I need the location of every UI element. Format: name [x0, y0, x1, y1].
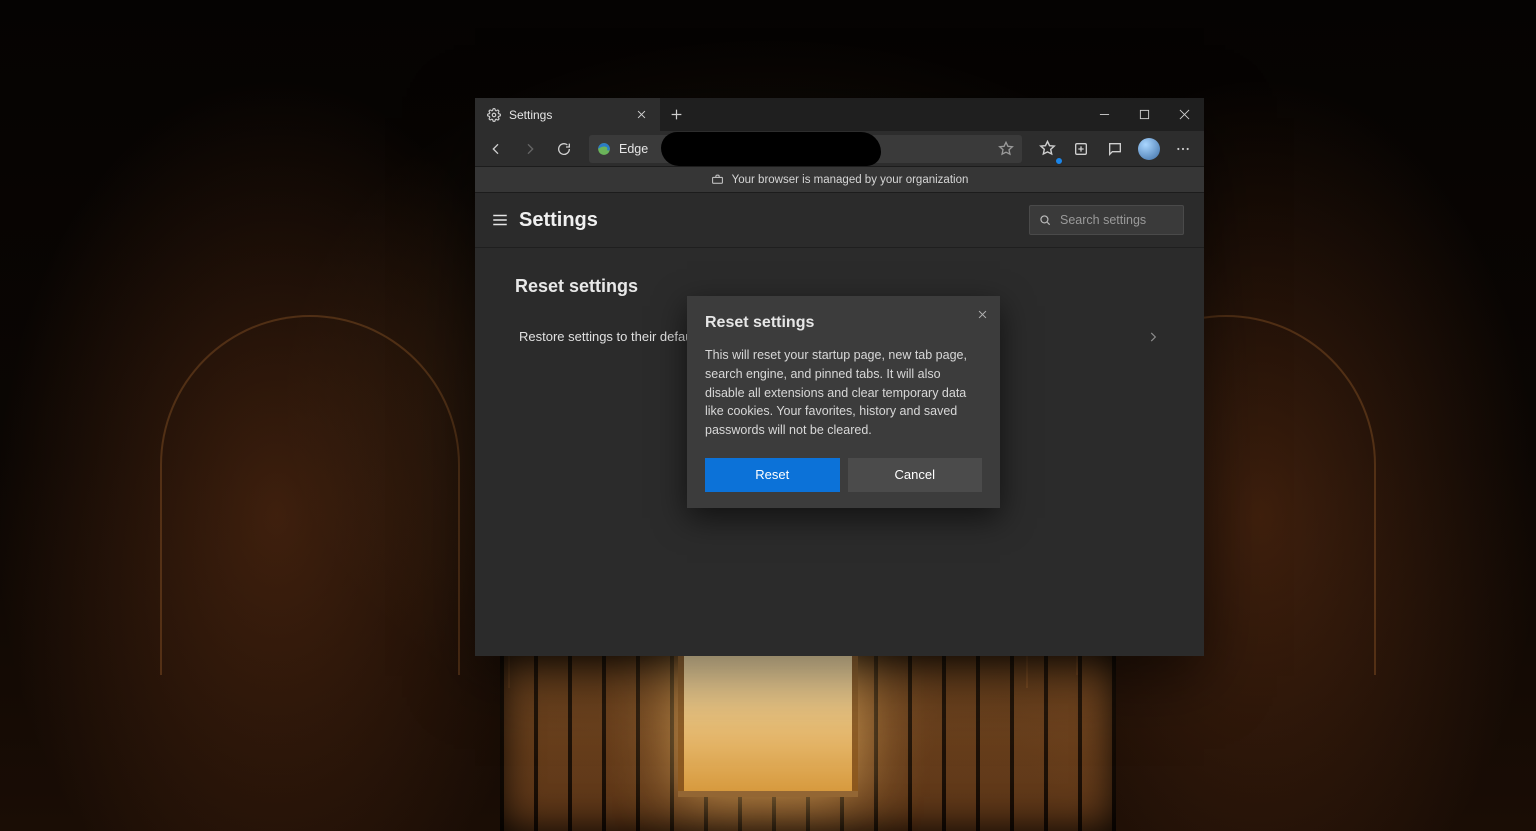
reset-button[interactable]: Reset — [705, 458, 840, 492]
address-bar-text: Edge — [619, 142, 648, 156]
browser-window: Settings — [475, 98, 1204, 656]
more-menu-button[interactable] — [1168, 134, 1198, 164]
managed-banner-text: Your browser is managed by your organiza… — [732, 174, 969, 186]
wallpaper-door — [678, 647, 858, 797]
address-bar-redaction — [661, 132, 881, 166]
page-title: Settings — [519, 209, 598, 232]
profile-button[interactable] — [1134, 134, 1164, 164]
settings-menu-button[interactable] — [489, 209, 511, 231]
edge-icon — [597, 142, 611, 156]
section-title: Reset settings — [515, 276, 1164, 297]
forward-button[interactable] — [515, 134, 545, 164]
new-tab-button[interactable] — [660, 98, 692, 131]
tab-close-button[interactable] — [632, 106, 650, 124]
address-bar[interactable]: Edge — [589, 135, 1022, 163]
reset-settings-dialog: Reset settings This will reset your star… — [687, 296, 1000, 508]
settings-header: Settings — [475, 193, 1204, 248]
dialog-close-button[interactable] — [972, 304, 992, 324]
managed-banner: Your browser is managed by your organiza… — [475, 167, 1204, 193]
dialog-actions: Reset Cancel — [705, 458, 982, 492]
wallpaper-arch — [160, 315, 460, 675]
tab-strip: Settings — [475, 98, 1204, 131]
window-minimize-button[interactable] — [1084, 98, 1124, 131]
refresh-button[interactable] — [549, 134, 579, 164]
collections-button[interactable] — [1066, 134, 1096, 164]
avatar-icon — [1138, 138, 1160, 160]
favorites-button[interactable] — [1032, 134, 1062, 164]
window-controls — [1084, 98, 1204, 131]
bookmark-page-icon[interactable] — [998, 141, 1014, 157]
search-settings-field[interactable] — [1029, 205, 1184, 235]
settings-content: Reset settings Restore settings to their… — [475, 248, 1204, 656]
search-icon — [1038, 213, 1052, 227]
tab-settings[interactable]: Settings — [475, 98, 660, 131]
cancel-button[interactable]: Cancel — [848, 458, 983, 492]
back-button[interactable] — [481, 134, 511, 164]
dialog-title: Reset settings — [705, 314, 982, 332]
feedback-button[interactable] — [1100, 134, 1130, 164]
window-maximize-button[interactable] — [1124, 98, 1164, 131]
gear-icon — [487, 108, 501, 122]
badge-dot-icon — [1055, 157, 1063, 165]
briefcase-icon — [711, 173, 724, 186]
dialog-body: This will reset your startup page, new t… — [705, 346, 982, 440]
window-close-button[interactable] — [1164, 98, 1204, 131]
tab-title: Settings — [509, 108, 624, 122]
chevron-right-icon — [1146, 330, 1160, 344]
search-settings-input[interactable] — [1060, 213, 1221, 227]
toolbar: Edge — [475, 131, 1204, 167]
